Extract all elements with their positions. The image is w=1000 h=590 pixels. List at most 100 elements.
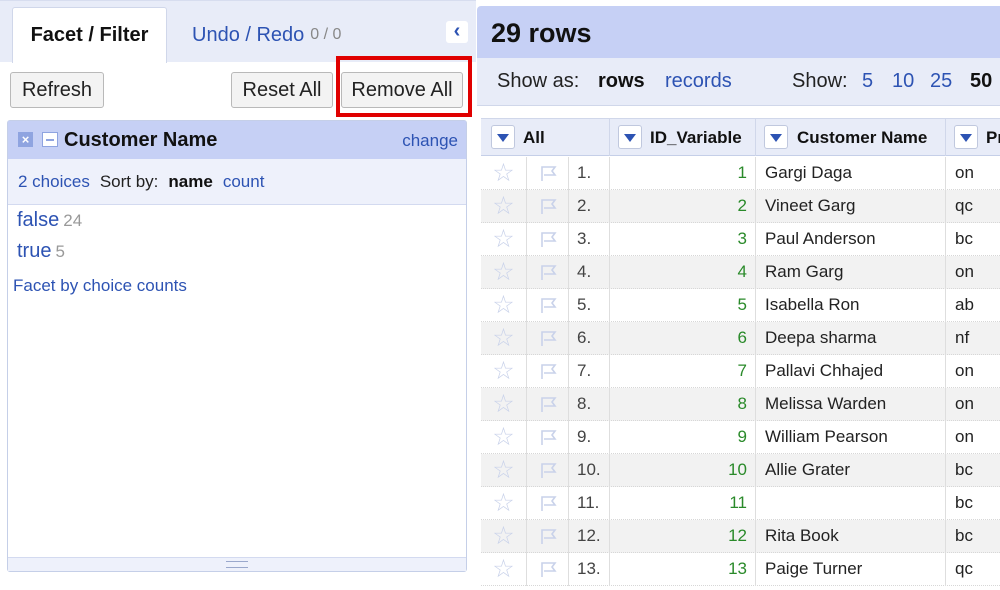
flag-icon[interactable] [527, 157, 569, 190]
tab-facet-filter[interactable]: Facet / Filter [12, 7, 167, 63]
chevron-down-icon[interactable] [618, 125, 642, 149]
sort-by-count-link[interactable]: count [223, 172, 265, 192]
close-icon[interactable]: × [18, 132, 33, 147]
chevron-down-icon[interactable] [491, 125, 515, 149]
resize-handle[interactable] [8, 557, 466, 571]
cell-customer-name[interactable]: William Pearson [756, 421, 946, 454]
cell-partial[interactable]: bc [946, 223, 1000, 256]
chevron-down-icon[interactable] [764, 125, 788, 149]
cell-customer-name[interactable] [756, 487, 946, 520]
flag-icon[interactable] [527, 256, 569, 289]
cell-partial[interactable]: bc [946, 520, 1000, 553]
flag-icon[interactable] [527, 190, 569, 223]
column-id-variable[interactable]: ID_Variable [610, 119, 756, 156]
flag-icon[interactable] [527, 487, 569, 520]
cell-id-variable[interactable]: 11 [610, 487, 756, 520]
column-customer-name[interactable]: Customer Name [756, 119, 946, 156]
chevron-down-icon[interactable] [954, 125, 978, 149]
cell-customer-name[interactable]: Pallavi Chhajed [756, 355, 946, 388]
cell-customer-name[interactable]: Gargi Daga [756, 157, 946, 190]
cell-partial[interactable]: on [946, 157, 1000, 190]
reset-all-button[interactable]: Reset All [231, 72, 333, 108]
star-icon[interactable]: ☆ [481, 388, 527, 421]
refresh-button[interactable]: Refresh [10, 72, 104, 108]
cell-id-variable[interactable]: 3 [610, 223, 756, 256]
page-size-50[interactable]: 50 [970, 70, 992, 93]
cell-customer-name[interactable]: Paige Turner [756, 553, 946, 586]
cell-customer-name[interactable]: Isabella Ron [756, 289, 946, 322]
cell-id-variable[interactable]: 10 [610, 454, 756, 487]
facet-by-choice-counts-link[interactable]: Facet by choice counts [13, 276, 187, 296]
cell-customer-name[interactable]: Allie Grater [756, 454, 946, 487]
star-icon[interactable]: ☆ [481, 421, 527, 454]
flag-icon[interactable] [527, 223, 569, 256]
facet-change-link[interactable]: change [402, 131, 458, 151]
cell-customer-name[interactable]: Ram Garg [756, 256, 946, 289]
cell-partial[interactable]: on [946, 256, 1000, 289]
cell-id-variable[interactable]: 13 [610, 553, 756, 586]
cell-customer-name[interactable]: Vineet Garg [756, 190, 946, 223]
star-icon[interactable]: ☆ [481, 487, 527, 520]
cell-partial[interactable]: bc [946, 487, 1000, 520]
star-icon[interactable]: ☆ [481, 223, 527, 256]
cell-customer-name[interactable]: Rita Book [756, 520, 946, 553]
cell-id-variable[interactable]: 8 [610, 388, 756, 421]
star-icon[interactable]: ☆ [481, 355, 527, 388]
cell-customer-name[interactable]: Deepa sharma [756, 322, 946, 355]
minimize-icon[interactable] [42, 132, 58, 147]
star-icon[interactable]: ☆ [481, 190, 527, 223]
show-as-rows[interactable]: rows [598, 70, 645, 93]
column-customer-name-label: Customer Name [797, 128, 928, 147]
cell-id-variable[interactable]: 4 [610, 256, 756, 289]
cell-partial[interactable]: on [946, 355, 1000, 388]
choice-label[interactable]: false [17, 209, 59, 231]
row-index: 8. [569, 388, 610, 421]
flag-icon[interactable] [527, 388, 569, 421]
star-icon[interactable]: ☆ [481, 322, 527, 355]
cell-partial[interactable]: nf [946, 322, 1000, 355]
show-as-records-link[interactable]: records [665, 70, 732, 93]
chevron-left-icon[interactable]: ‹ [446, 21, 468, 43]
facet-choice-true[interactable]: true 5 [17, 240, 65, 263]
cell-customer-name[interactable]: Melissa Warden [756, 388, 946, 421]
sort-by-name[interactable]: name [168, 172, 212, 192]
flag-icon[interactable] [527, 322, 569, 355]
cell-customer-name[interactable]: Paul Anderson [756, 223, 946, 256]
column-partial[interactable]: Pr [946, 119, 1000, 156]
star-icon[interactable]: ☆ [481, 520, 527, 553]
choices-count-link[interactable]: 2 choices [18, 172, 90, 192]
cell-id-variable[interactable]: 2 [610, 190, 756, 223]
star-icon[interactable]: ☆ [481, 454, 527, 487]
column-all-label: All [523, 128, 545, 147]
star-icon[interactable]: ☆ [481, 256, 527, 289]
flag-icon[interactable] [527, 355, 569, 388]
page-size-25[interactable]: 25 [930, 70, 952, 93]
column-all[interactable]: All [481, 119, 610, 156]
cell-id-variable[interactable]: 6 [610, 322, 756, 355]
flag-icon[interactable] [527, 520, 569, 553]
cell-partial[interactable]: qc [946, 190, 1000, 223]
flag-icon[interactable] [527, 454, 569, 487]
tab-undo-redo[interactable]: Undo / Redo 0 / 0 [192, 7, 341, 63]
cell-partial[interactable]: on [946, 388, 1000, 421]
choice-label[interactable]: true [17, 240, 51, 262]
flag-icon[interactable] [527, 289, 569, 322]
table-row: ☆ 5. 5 Isabella Ron ab [481, 289, 1000, 322]
cell-partial[interactable]: on [946, 421, 1000, 454]
page-size-5[interactable]: 5 [862, 70, 873, 93]
star-icon[interactable]: ☆ [481, 289, 527, 322]
star-icon[interactable]: ☆ [481, 553, 527, 586]
cell-id-variable[interactable]: 7 [610, 355, 756, 388]
flag-icon[interactable] [527, 421, 569, 454]
facet-choice-false[interactable]: false 24 [17, 209, 82, 232]
cell-id-variable[interactable]: 12 [610, 520, 756, 553]
flag-icon[interactable] [527, 553, 569, 586]
cell-partial[interactable]: qc [946, 553, 1000, 586]
cell-id-variable[interactable]: 5 [610, 289, 756, 322]
page-size-10[interactable]: 10 [892, 70, 914, 93]
cell-id-variable[interactable]: 9 [610, 421, 756, 454]
star-icon[interactable]: ☆ [481, 157, 527, 190]
cell-partial[interactable]: ab [946, 289, 1000, 322]
cell-partial[interactable]: bc [946, 454, 1000, 487]
cell-id-variable[interactable]: 1 [610, 157, 756, 190]
